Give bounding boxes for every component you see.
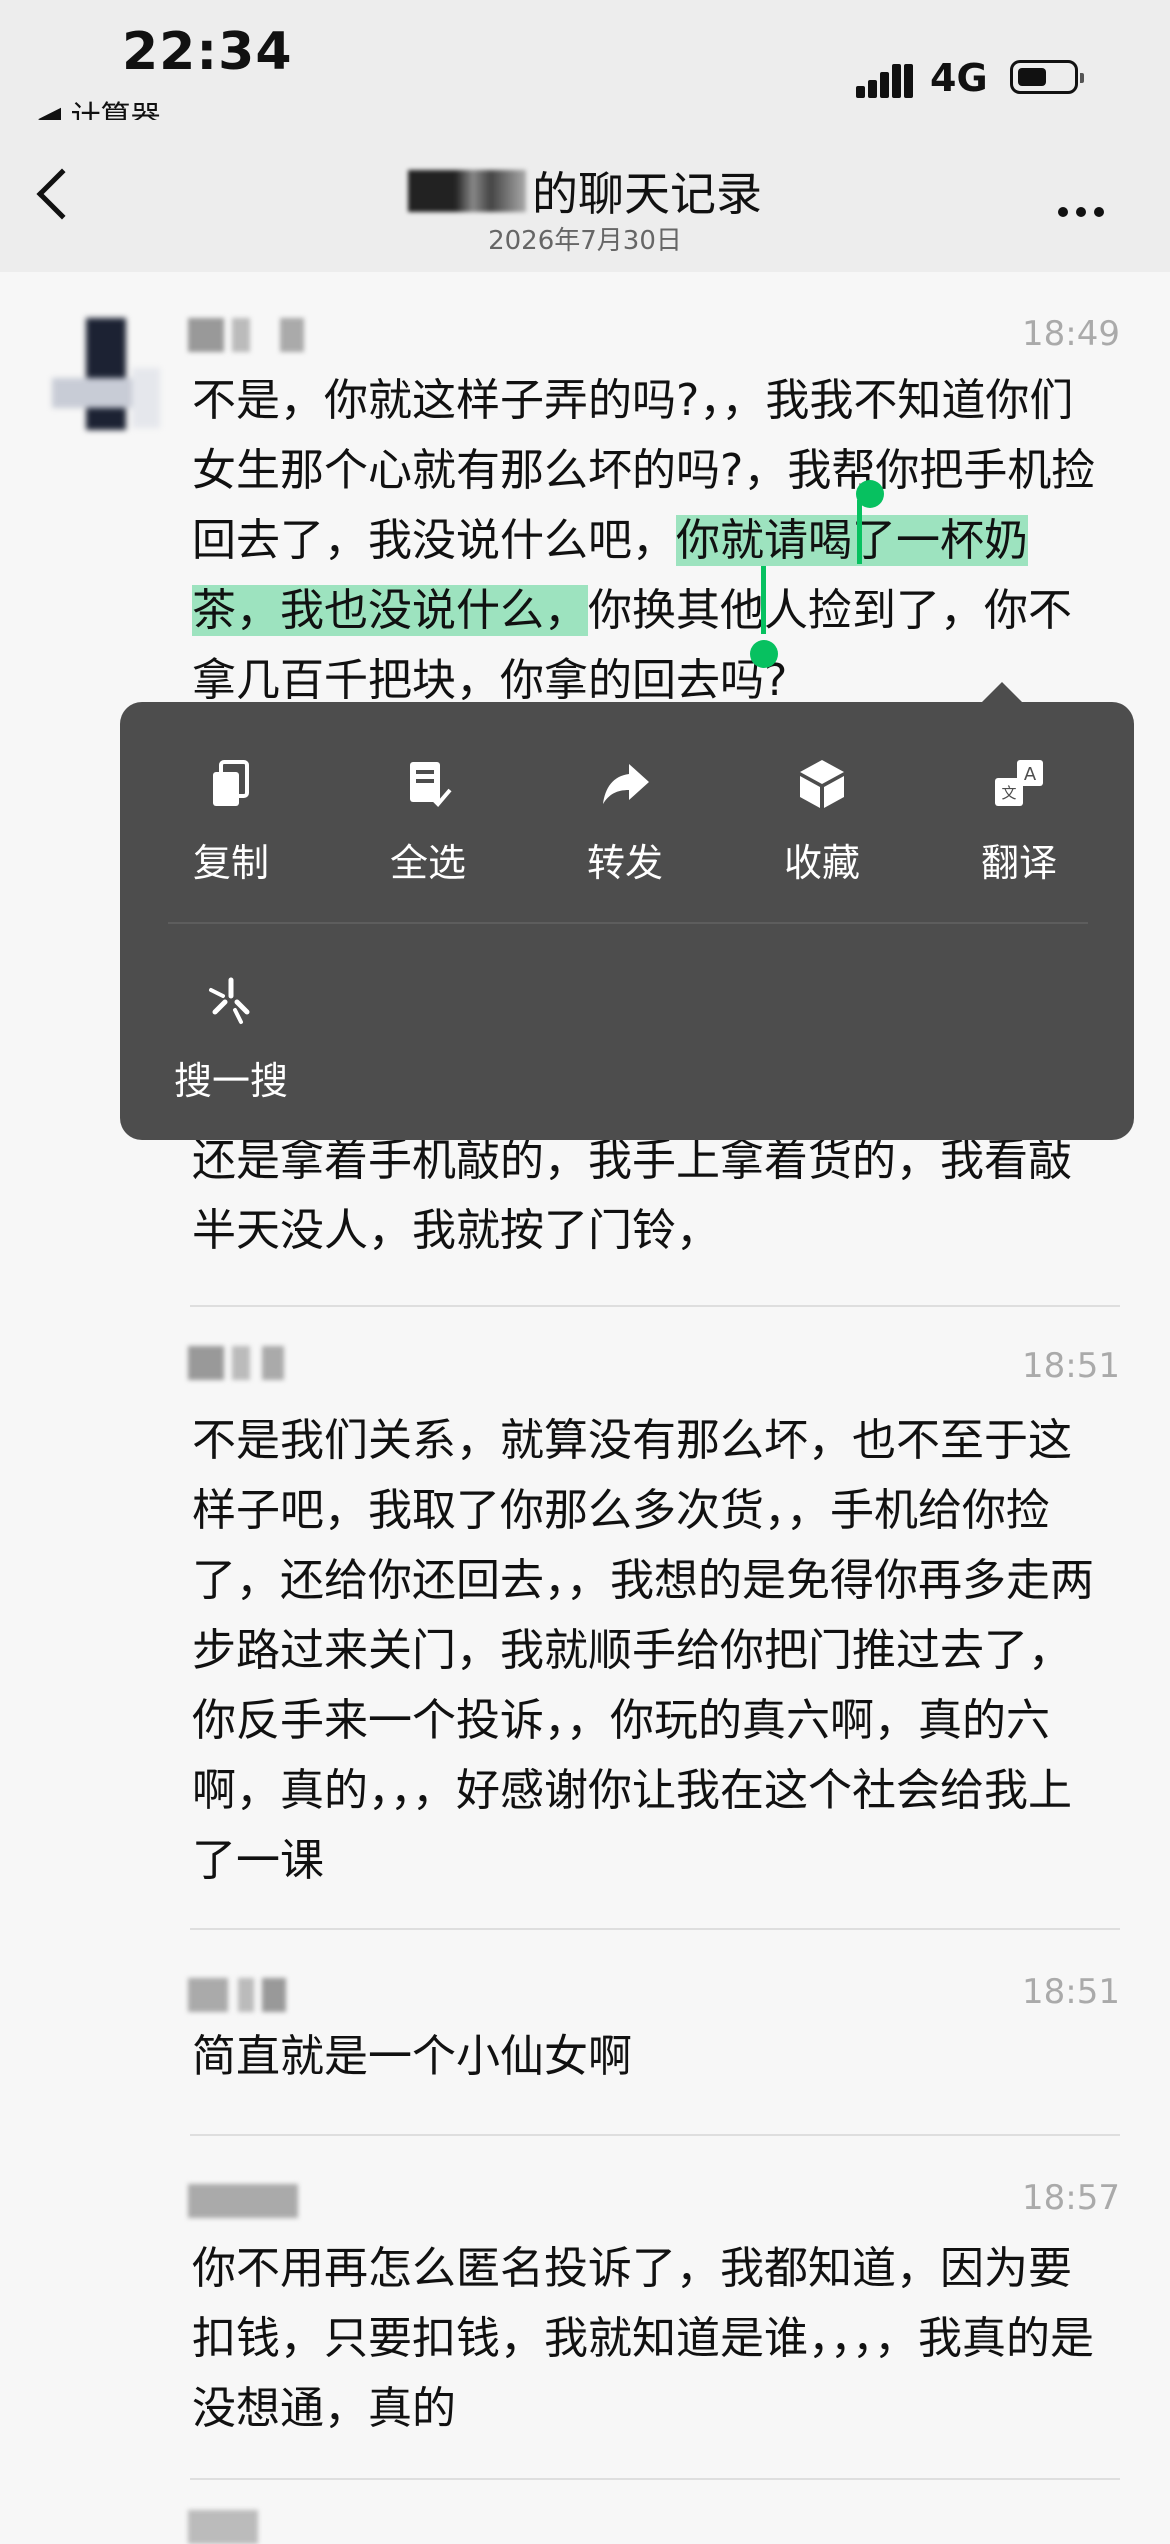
network-type: 4G [930, 56, 988, 100]
svg-text:A: A [1024, 764, 1037, 785]
divider [190, 1305, 1120, 1307]
message-time: 18:51 [1022, 1346, 1120, 1386]
divider [190, 2478, 1120, 2480]
page-subtitle-date: 2026年7月30日 [488, 226, 682, 256]
translate-icon: A 文 [995, 760, 1043, 806]
blurred-name [408, 170, 526, 212]
message-time: 18:49 [1022, 314, 1120, 354]
page-title-wrap: 的聊天记录 [0, 158, 1170, 224]
copy-icon [213, 760, 249, 806]
menu-select-all[interactable]: 全选 [338, 754, 518, 887]
menu-label: 转发 [586, 841, 663, 885]
message-text[interactable]: 不是，你就这样子弄的吗?，，我我不知道你们女生那个心就有那么坏的吗?，我帮你把手… [192, 366, 1112, 716]
menu-label: 搜一搜 [173, 1059, 288, 1103]
signal-icon [856, 62, 916, 98]
menu-label: 翻译 [980, 841, 1057, 885]
menu-divider [168, 922, 1088, 924]
status-time: 22:34 [122, 22, 293, 82]
message-text: 还是拿着手机敲的，我手上拿着货的，我看敲半天没人，我就按了门铃， [192, 1135, 1072, 1256]
message-text: 简直就是一个小仙女啊 [192, 2031, 632, 2082]
status-bar: 22:34 ◀ 计算器 4G [0, 0, 1170, 135]
message-time: 18:51 [1022, 1972, 1120, 2012]
menu-forward[interactable]: 转发 [535, 754, 715, 887]
more-options-icon[interactable] [1058, 202, 1112, 221]
search-sparkle-icon [209, 977, 250, 1024]
select-all-icon [410, 762, 452, 807]
selection-end-handle[interactable] [750, 640, 778, 668]
message-time: 18:57 [1022, 2178, 1120, 2218]
menu-label: 复制 [192, 841, 269, 885]
selection-end-bar [761, 566, 766, 634]
selection-start-bar [857, 500, 862, 564]
divider [190, 1928, 1120, 1930]
menu-label: 全选 [389, 841, 466, 885]
menu-favorite[interactable]: 收藏 [732, 754, 912, 887]
menu-copy[interactable]: 复制 [141, 754, 321, 887]
menu-label: 收藏 [783, 841, 860, 885]
message-text: 不是我们关系，就算没有那么坏，也不至于这样子吧，我取了你那么多次货，，手机给你捡… [192, 1415, 1094, 1886]
message-text: 你不用再怎么匿名投诉了，我都知道，因为要扣钱，只要扣钱，我就知道是谁，，，，我真… [192, 2243, 1094, 2434]
nav-bar: 的聊天记录 2026年7月30日 [0, 120, 1170, 272]
forward-icon [603, 764, 649, 804]
divider [190, 2134, 1120, 2136]
message-context-menu: 复制 全选 转发 收藏 A 文 翻译 搜一搜 [120, 682, 1134, 1140]
menu-translate[interactable]: A 文 翻译 [929, 754, 1109, 887]
menu-search[interactable]: 搜一搜 [141, 972, 321, 1105]
svg-text:文: 文 [1001, 784, 1016, 802]
avatar[interactable] [52, 318, 160, 430]
page-title: 的聊天记录 [532, 167, 762, 221]
battery-icon [1010, 60, 1084, 94]
favorite-icon [800, 760, 844, 808]
